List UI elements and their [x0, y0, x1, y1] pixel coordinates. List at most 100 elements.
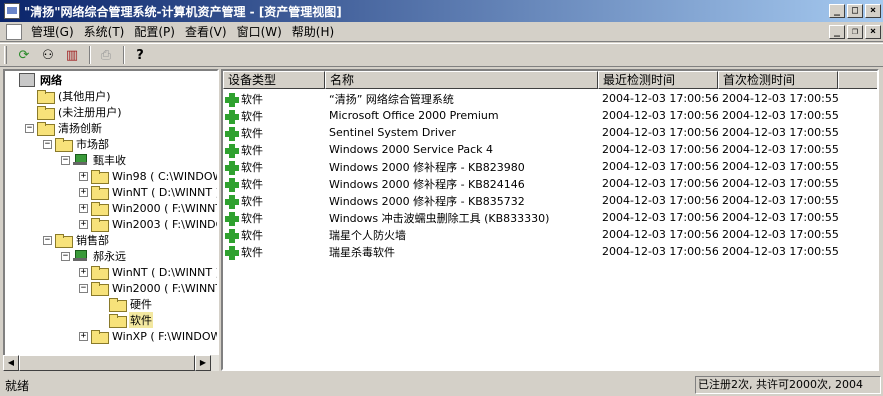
toolbar-grip[interactable]	[4, 46, 7, 64]
list-item[interactable]: 软件 Windows 2000 修补程序 - KB824146 2004-12-03…	[223, 175, 838, 192]
tree-node-label[interactable]: 网络	[39, 72, 63, 88]
maximize-button[interactable]: □	[847, 4, 863, 18]
tree-node[interactable]: + Win2000 ( F:\WINNT )	[79, 200, 217, 216]
list-item[interactable]: 软件 Sentinel System Driver 2004-12-03 17:00…	[223, 124, 838, 141]
scroll-thumb[interactable]	[19, 355, 195, 371]
collapse-icon[interactable]: −	[25, 123, 34, 133]
tree-node-label[interactable]: 郝永远	[92, 248, 127, 264]
cell-type-text: 软件	[241, 177, 263, 191]
tree-node-label[interactable]: 清扬创新	[57, 120, 103, 136]
child-restore-button[interactable]: ❐	[847, 24, 863, 39]
toolbar: ⟳ ⚇ ▥ ⎙ ?	[0, 43, 883, 67]
list-item[interactable]: 软件 Microsoft Office 2000 Premium 2004-12-0…	[223, 107, 838, 124]
tree-node[interactable]: + WinNT ( D:\WINNT )	[79, 184, 217, 200]
tree-node-label[interactable]: (未注册用户)	[57, 104, 123, 120]
child-close-button[interactable]: ×	[865, 24, 881, 39]
tree-node[interactable]: + WinXP ( F:\WINDOWS )	[79, 328, 217, 344]
menu-manage[interactable]: 管理(G)	[26, 23, 79, 40]
collapse-icon[interactable]: −	[79, 283, 88, 293]
tree-node-label[interactable]: 销售部	[75, 232, 110, 248]
tree-node-label[interactable]: Win98 ( C:\WINDOWS )	[111, 170, 217, 183]
tree-node[interactable]: + WinNT ( D:\WINNT )	[79, 264, 217, 280]
collapse-icon[interactable]: −	[61, 251, 70, 261]
list-item[interactable]: 软件 “清扬” 网络综合管理系统 2004-12-03 17:00:56 2004-1…	[223, 90, 838, 107]
expand-icon[interactable]: +	[79, 219, 88, 229]
column-header-first-check[interactable]: 首次检测时间	[718, 71, 838, 89]
tree-horizontal-scrollbar[interactable]: ◀ ▶	[3, 355, 219, 371]
menu-view[interactable]: 查看(V)	[180, 23, 232, 40]
expand-icon[interactable]: +	[79, 171, 88, 181]
tree-node-label[interactable]: 市场部	[75, 136, 110, 152]
scroll-left-arrow-icon[interactable]: ◀	[3, 355, 19, 371]
tree-node[interactable]: − 甄丰收	[61, 152, 127, 168]
list-item[interactable]: 软件 瑞星个人防火墙 2004-12-03 17:00:56 2004-12-03 1…	[223, 226, 838, 243]
expand-icon[interactable]: +	[79, 203, 88, 213]
collapse-icon[interactable]: −	[43, 139, 52, 149]
tree-node[interactable]: + Win2003 ( F:\WINDOWS	[79, 216, 217, 232]
tree-node[interactable]: − 清扬创新	[25, 120, 103, 136]
list-item[interactable]: 软件 Windows 2000 Service Pack 4 2004-12-03 …	[223, 141, 838, 158]
tree-view[interactable]: 网络 (其他用户) (未注册用户) − 清扬创新 − 市场部 − 甄丰收 + Win98 ( C:\…	[3, 69, 219, 371]
cell-type-text: 软件	[241, 211, 263, 225]
expand-icon[interactable]: +	[79, 331, 88, 341]
software-icon	[225, 228, 239, 243]
menu-window[interactable]: 窗口(W)	[232, 23, 287, 40]
binoculars-icon[interactable]: ⚇	[37, 45, 59, 65]
tree-node-label[interactable]: Win2003 ( F:\WINDOWS	[111, 218, 217, 231]
close-button[interactable]: ×	[865, 4, 881, 18]
books-icon[interactable]: ▥	[61, 45, 83, 65]
toolbar-separator	[89, 46, 91, 64]
list-item[interactable]: 软件 Windows 2000 修补程序 - KB823980 2004-12-03…	[223, 158, 838, 175]
tree-node-label[interactable]: Win2000 ( F:\WINNT )	[111, 282, 217, 295]
tree-node[interactable]: − 郝永远	[61, 248, 127, 264]
column-header-name[interactable]: 名称	[325, 71, 598, 89]
tree-node[interactable]: − 销售部	[43, 232, 110, 248]
tree-node-label[interactable]: WinNT ( D:\WINNT )	[111, 266, 217, 279]
tree-node[interactable]: 硬件	[97, 296, 153, 312]
cell-name: Windows 2000 修补程序 - KB824146	[329, 177, 525, 191]
column-header-type[interactable]: 设备类型	[223, 71, 325, 89]
help-icon[interactable]: ?	[129, 45, 151, 65]
menu-system[interactable]: 系统(T)	[79, 23, 130, 40]
tree-node-label[interactable]: 硬件	[129, 296, 153, 312]
list-item[interactable]: 软件 瑞星杀毒软件 2004-12-03 17:00:56 2004-12-03 17…	[223, 243, 838, 260]
software-icon	[225, 160, 239, 175]
cell-type-text: 软件	[241, 228, 263, 242]
tree-node[interactable]: 网络	[7, 72, 63, 88]
cell-first-check: 2004-12-03 17:00:55	[722, 245, 838, 258]
folder-icon	[55, 234, 73, 248]
scroll-right-arrow-icon[interactable]: ▶	[195, 355, 211, 371]
collapse-icon[interactable]: −	[43, 235, 52, 245]
tree-node-label[interactable]: WinXP ( F:\WINDOWS )	[111, 330, 217, 343]
tree-node[interactable]: − Win2000 ( F:\WINNT )	[79, 280, 217, 296]
cell-last-check: 2004-12-03 17:00:56	[602, 160, 718, 173]
window-title: "清扬"网络综合管理系统-计算机资产管理 - [资产管理视图]	[24, 4, 342, 19]
menu-config[interactable]: 配置(P)	[129, 23, 180, 40]
tree-node-label[interactable]: (其他用户)	[57, 88, 112, 104]
tree-node-label[interactable]: 软件	[129, 312, 153, 328]
refresh-icon[interactable]: ⟳	[13, 45, 35, 65]
tree-node[interactable]: 软件	[97, 312, 153, 328]
asset-list-view[interactable]: 设备类型 名称 最近检测时间 首次检测时间 软件 “清扬” 网络综合管理系统 200…	[221, 69, 879, 371]
folder-icon	[37, 106, 55, 120]
expand-icon[interactable]: +	[79, 267, 88, 277]
folder-icon	[109, 314, 127, 328]
tree-node-label[interactable]: Win2000 ( F:\WINNT )	[111, 202, 217, 215]
list-item[interactable]: 软件 Windows 冲击波蠕虫删除工具 (KB833330) 2004-12-03…	[223, 209, 838, 226]
child-minimize-button[interactable]: _	[829, 24, 845, 39]
list-item[interactable]: 软件 Windows 2000 修补程序 - KB835732 2004-12-03…	[223, 192, 838, 209]
expand-icon[interactable]: +	[79, 187, 88, 197]
column-header-last-check[interactable]: 最近检测时间	[598, 71, 718, 89]
tree-node[interactable]: (未注册用户)	[25, 104, 123, 120]
app-icon[interactable]	[4, 3, 20, 19]
collapse-icon[interactable]: −	[61, 155, 70, 165]
tree-node-label[interactable]: WinNT ( D:\WINNT )	[111, 186, 217, 199]
menu-help[interactable]: 帮助(H)	[287, 23, 339, 40]
print-icon[interactable]: ⎙	[95, 45, 117, 65]
document-icon[interactable]	[6, 23, 22, 40]
tree-node[interactable]: + Win98 ( C:\WINDOWS )	[79, 168, 217, 184]
tree-node[interactable]: − 市场部	[43, 136, 110, 152]
tree-node[interactable]: (其他用户)	[25, 88, 112, 104]
tree-node-label[interactable]: 甄丰收	[92, 152, 127, 168]
minimize-button[interactable]: _	[829, 4, 845, 18]
